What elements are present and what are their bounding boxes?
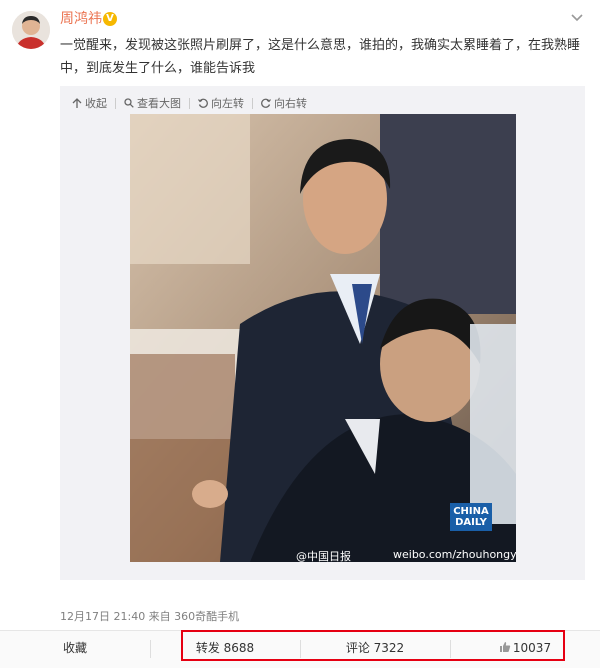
photo-illustration — [130, 114, 516, 562]
repost-button[interactable]: 转发 8688 — [150, 631, 300, 668]
rotate-left-button[interactable]: 向左转 — [198, 95, 244, 111]
collapse-label: 收起 — [85, 97, 107, 110]
watermark-source: @中国日报 — [296, 550, 351, 562]
rotate-right-label: 向右转 — [274, 97, 307, 110]
thumbs-up-icon — [499, 642, 511, 652]
rotate-left-label: 向左转 — [211, 97, 244, 110]
toolbar-divider — [189, 97, 190, 109]
chevron-down-icon[interactable] — [570, 10, 584, 24]
logo-line-1: CHINA — [453, 506, 489, 517]
weibo-post-card: 周鸿祎 V 一觉醒来，发现被这张照片刷屏了，这是什么意思，谁拍的，我确实太累睡着… — [0, 0, 600, 668]
action-bar: 收藏 转发 8688 评论 7322 10037 — [0, 630, 600, 668]
view-large-label: 查看大图 — [137, 97, 181, 110]
media-expanded-panel: 收起 查看大图 向左转 向右转 CHINA DAILY @中国日报 weibo.… — [60, 86, 585, 580]
like-button[interactable]: 10037 — [450, 631, 600, 668]
comment-button[interactable]: 评论 7322 — [300, 631, 450, 668]
verified-badge-icon: V — [103, 12, 117, 26]
rotate-left-icon — [198, 98, 208, 108]
username-link[interactable]: 周鸿祎 — [60, 10, 102, 28]
logo-line-2: DAILY — [455, 517, 487, 528]
media-toolbar: 收起 查看大图 向左转 向右转 — [72, 93, 315, 113]
china-daily-logo: CHINA DAILY — [450, 503, 492, 531]
toolbar-divider — [115, 97, 116, 109]
collapse-icon — [72, 97, 82, 108]
rotate-right-icon — [261, 98, 271, 108]
toolbar-divider — [252, 97, 253, 109]
post-photo[interactable]: CHINA DAILY @中国日报 weibo.com/zhouhongyi — [130, 114, 516, 562]
like-count: 10037 — [512, 641, 552, 655]
rotate-right-button[interactable]: 向右转 — [261, 95, 307, 111]
view-large-button[interactable]: 查看大图 — [124, 95, 181, 111]
post-text: 一觉醒来，发现被这张照片刷屏了，这是什么意思，谁拍的，我确实太累睡着了，在我熟睡… — [60, 38, 581, 76]
avatar[interactable] — [12, 11, 50, 49]
search-icon — [124, 98, 134, 108]
favorite-button[interactable]: 收藏 — [0, 631, 150, 668]
watermark-url: weibo.com/zhouhongyi — [393, 548, 516, 561]
collapse-button[interactable]: 收起 — [72, 95, 107, 111]
post-meta[interactable]: 12月17日 21:40 来自 360奇酷手机 — [60, 608, 239, 624]
